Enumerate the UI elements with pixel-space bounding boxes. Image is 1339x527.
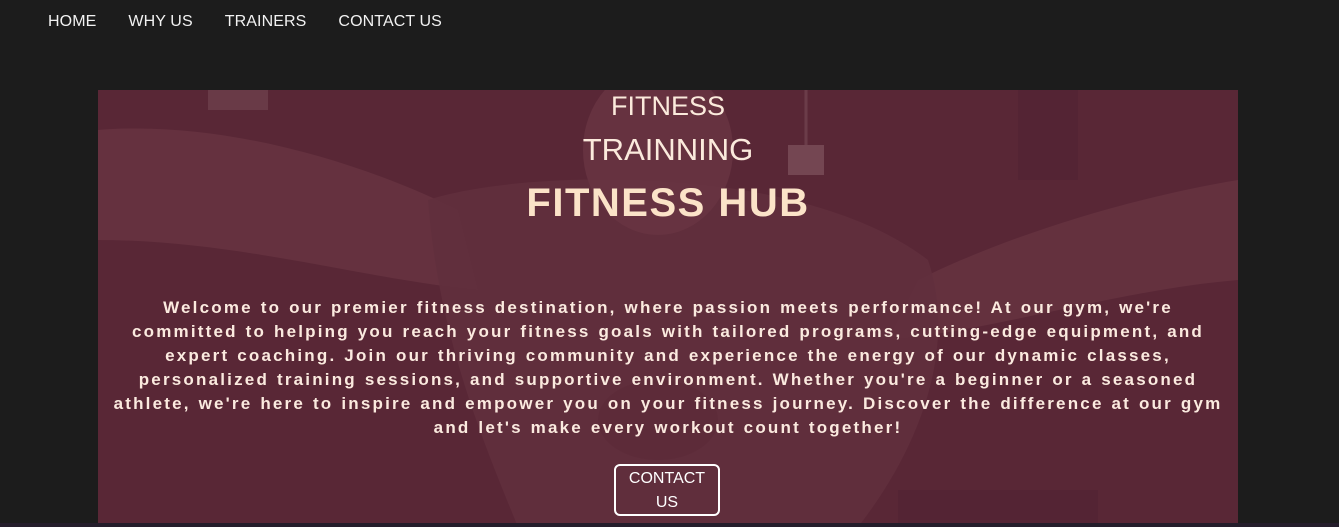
nav-contact-us[interactable]: CONTACT US (338, 13, 442, 31)
hero-description: Welcome to our premier fitness destinati… (113, 298, 1223, 437)
hero-section: FITNESS TRAINNING FITNESS HUB Welcome to… (98, 90, 1238, 527)
hero-subtitle-training: TRAINNING (582, 132, 754, 167)
nav-trainers[interactable]: TRAINERS (225, 13, 307, 31)
nav-home[interactable]: HOME (48, 13, 96, 31)
hero-title: FITNESS HUB (526, 181, 810, 225)
contact-us-button[interactable]: CONTACT US (614, 464, 720, 516)
bottom-edge (0, 523, 1339, 527)
hero-content: FITNESS TRAINNING FITNESS HUB Welcome to… (98, 90, 1238, 527)
hero-subtitle-fitness: FITNESS (610, 91, 725, 121)
top-navigation: HOME WHY US TRAINERS CONTACT US (0, 0, 1339, 44)
nav-why-us[interactable]: WHY US (128, 13, 192, 31)
